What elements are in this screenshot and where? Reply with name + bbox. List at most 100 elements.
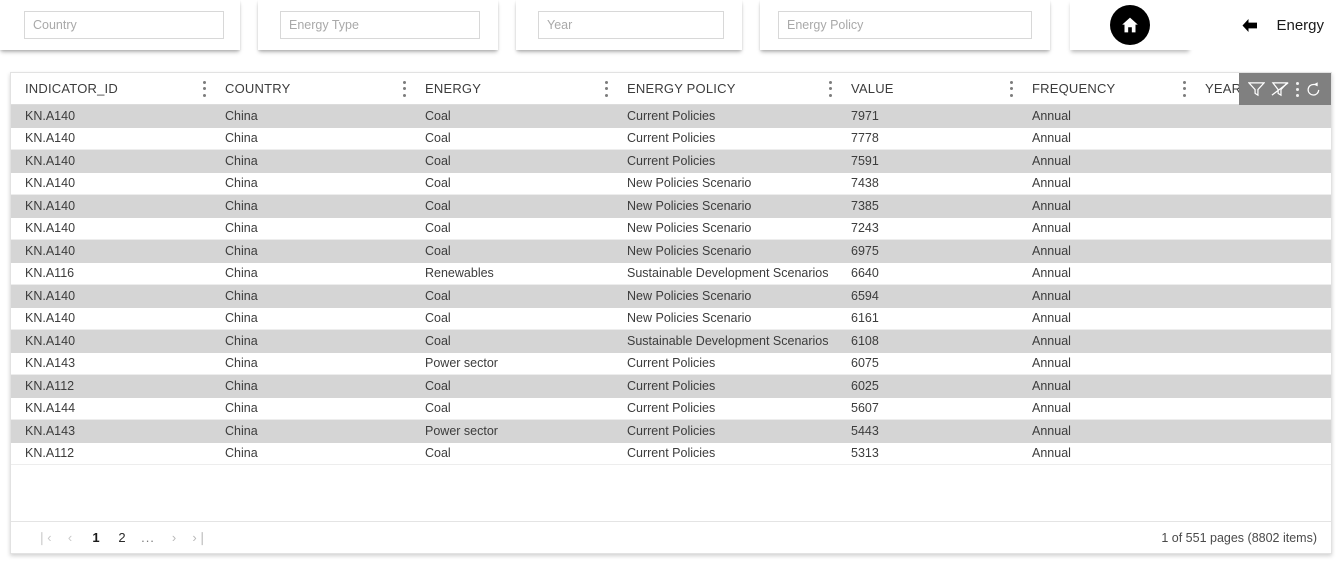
cell-energy: Power sector [425, 424, 498, 439]
energy-policy-filter-input[interactable] [778, 11, 1032, 39]
grid-body[interactable]: KN.A140 China Coal Current Policies 7971 Annu… [11, 105, 1331, 521]
cell-country: China [225, 221, 258, 236]
column-header-energy-policy[interactable]: ENERGY POLICY [613, 73, 837, 105]
cell-energy-policy: Current Policies [627, 154, 716, 169]
cell-energy-policy: New Policies Scenario [627, 244, 752, 259]
grid-header-row: INDICATOR_ID COUNTRY ENERGY ENERGY POLIC… [11, 73, 1331, 105]
cell-frequency: Annual [1032, 154, 1071, 169]
cell-frequency: Annual [1032, 221, 1071, 236]
cell-energy-policy: Current Policies [627, 401, 716, 416]
kebab-menu-icon[interactable] [1010, 80, 1013, 97]
clear-filter-icon[interactable] [1271, 81, 1290, 97]
data-grid: INDICATOR_ID COUNTRY ENERGY ENERGY POLIC… [10, 72, 1332, 554]
kebab-menu-icon[interactable] [1296, 81, 1299, 97]
breadcrumb-label[interactable]: Energy [1276, 17, 1324, 34]
cell-indicator-id: KN.A140 [25, 131, 76, 146]
cell-country: China [225, 244, 258, 259]
cell-country: China [225, 176, 258, 191]
cell-indicator-id: KN.A140 [25, 154, 76, 169]
table-row[interactable]: KN.A143 China Power sector Current Policies… [11, 420, 1331, 443]
cell-energy: Coal [425, 154, 451, 169]
cell-value: 6161 [851, 311, 879, 326]
pagination: ❘‹ ‹ 1 2... › ›❘ [33, 527, 211, 549]
table-row[interactable]: KN.A112 China Coal Current Policies 6025 Annu… [11, 375, 1331, 398]
table-row[interactable]: KN.A140 China Coal New Policies Scenario 616… [11, 307, 1331, 330]
country-filter-card [0, 0, 240, 50]
cell-frequency: Annual [1032, 131, 1071, 146]
cell-energy-policy: Current Policies [627, 379, 716, 394]
energy-policy-filter-card [760, 0, 1050, 50]
cell-year [1191, 240, 1331, 263]
reset-icon[interactable] [1305, 81, 1322, 97]
cell-year [1191, 330, 1331, 353]
table-row[interactable]: KN.A140 China Coal New Policies Scenario 724… [11, 217, 1331, 240]
year-filter-input[interactable] [538, 11, 724, 39]
grid-toolbar [1239, 73, 1331, 105]
table-row[interactable]: KN.A112 China Coal Current Policies 5313 Annu… [11, 442, 1331, 465]
table-row[interactable]: KN.A140 China Coal New Policies Scenario 697… [11, 240, 1331, 263]
table-row[interactable]: KN.A140 China Coal New Policies Scenario 659… [11, 285, 1331, 308]
pagination-next[interactable]: › [163, 527, 185, 549]
home-icon[interactable] [1110, 5, 1150, 45]
cell-indicator-id: KN.A116 [25, 266, 75, 281]
kebab-menu-icon[interactable] [203, 80, 206, 97]
cell-year [1191, 352, 1331, 375]
cell-energy: Coal [425, 334, 451, 349]
table-row[interactable]: KN.A140 China Coal Current Policies 7591 Annu… [11, 150, 1331, 173]
table-row[interactable]: KN.A140 China Coal Current Policies 7971 Annu… [11, 105, 1331, 128]
column-header-energy[interactable]: ENERGY [411, 73, 613, 105]
cell-country: China [225, 131, 258, 146]
column-header-indicator-id[interactable]: INDICATOR_ID [11, 73, 211, 105]
cell-country: China [225, 401, 258, 416]
cell-year [1191, 397, 1331, 420]
cell-indicator-id: KN.A140 [25, 176, 76, 191]
cell-frequency: Annual [1032, 424, 1071, 439]
table-row[interactable]: KN.A116 China Renewables Sustainable Develo… [11, 262, 1331, 285]
table-row[interactable]: KN.A140 China Coal Sustainable Development … [11, 330, 1331, 353]
cell-indicator-id: KN.A140 [25, 334, 76, 349]
country-filter-input[interactable] [24, 11, 224, 39]
table-row[interactable]: KN.A144 China Coal Current Policies 5607 Annu… [11, 397, 1331, 420]
cell-country: China [225, 289, 258, 304]
column-header-frequency[interactable]: FREQUENCY [1018, 73, 1191, 105]
kebab-menu-icon[interactable] [829, 80, 832, 97]
cell-country: China [225, 446, 258, 461]
pagination-page-1[interactable]: 1 [85, 527, 107, 549]
cell-country: China [225, 334, 258, 349]
cell-frequency: Annual [1032, 356, 1071, 371]
kebab-menu-icon[interactable] [403, 80, 406, 97]
cell-energy: Coal [425, 446, 451, 461]
table-row[interactable]: KN.A140 China Coal New Policies Scenario 743… [11, 172, 1331, 195]
cell-indicator-id: KN.A140 [25, 109, 76, 124]
energy-type-filter-input[interactable] [280, 11, 480, 39]
pagination-first: ❘‹ [36, 529, 52, 545]
column-header-value[interactable]: VALUE [837, 73, 1018, 105]
pagination-last[interactable]: ›❘ [189, 527, 211, 549]
cell-indicator-id: KN.A112 [25, 379, 75, 394]
cell-country: China [225, 311, 258, 326]
cell-indicator-id: KN.A140 [25, 199, 76, 214]
cell-energy: Coal [425, 221, 451, 236]
cell-value: 7385 [851, 199, 879, 214]
cell-frequency: Annual [1032, 244, 1071, 259]
pagination-prev: ‹ [67, 530, 73, 545]
kebab-menu-icon[interactable] [605, 80, 608, 97]
cell-year [1191, 195, 1331, 218]
cell-frequency: Annual [1032, 334, 1071, 349]
cell-value: 6108 [851, 334, 879, 349]
kebab-menu-icon[interactable] [1183, 80, 1186, 97]
column-header-country[interactable]: COUNTRY [211, 73, 411, 105]
pagination-page-2[interactable]: 2 [111, 527, 133, 549]
cell-energy-policy: New Policies Scenario [627, 176, 752, 191]
filter-icon[interactable] [1248, 81, 1265, 97]
table-row[interactable]: KN.A140 China Coal New Policies Scenario 738… [11, 195, 1331, 218]
cell-frequency: Annual [1032, 311, 1071, 326]
cell-value: 6075 [851, 356, 879, 371]
cell-value: 6975 [851, 244, 879, 259]
pagination-ellipsis[interactable]: ... [137, 527, 159, 549]
back-arrow-icon[interactable] [1241, 18, 1258, 33]
cell-energy-policy: Current Policies [627, 356, 716, 371]
table-row[interactable]: KN.A143 China Power sector Current Policies… [11, 352, 1331, 375]
cell-energy: Power sector [425, 356, 498, 371]
table-row[interactable]: KN.A140 China Coal Current Policies 7778 Annu… [11, 127, 1331, 150]
